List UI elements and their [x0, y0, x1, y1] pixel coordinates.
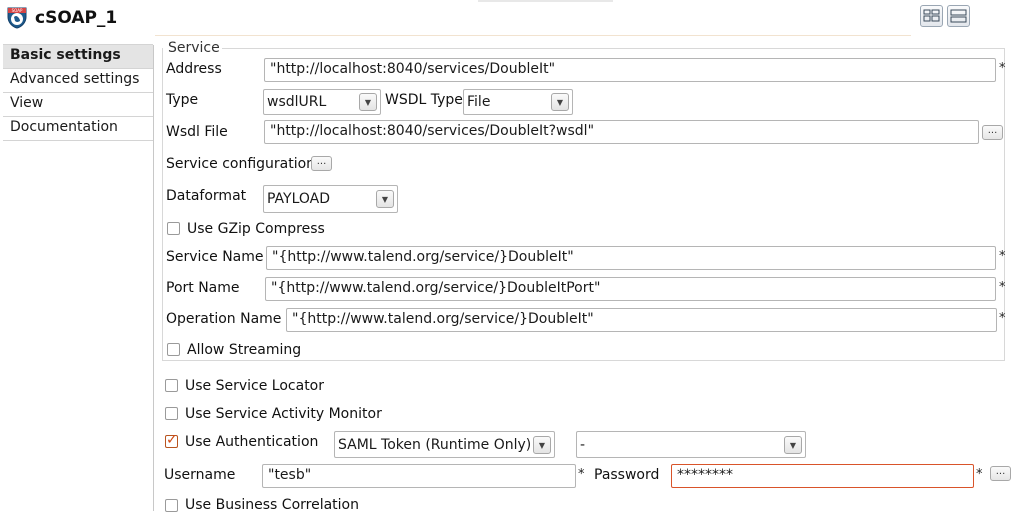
address-label: Address: [166, 61, 222, 77]
auth-type-select[interactable]: SAML Token (Runtime Only) ▼: [334, 431, 555, 458]
layout-grid-icon: [923, 9, 940, 22]
required-mark: *: [999, 280, 1006, 295]
sidebar-item-basic-settings[interactable]: Basic settings: [3, 45, 153, 69]
dataformat-select[interactable]: PAYLOAD ▼: [263, 185, 398, 213]
required-mark: *: [999, 61, 1006, 76]
service-group-top-border: [217, 48, 1005, 49]
authentication-label: Use Authentication: [185, 434, 319, 450]
gzip-checkbox[interactable]: [167, 222, 180, 235]
service-group-label: Service: [166, 40, 222, 56]
wsdl-type-select-value: File: [467, 94, 491, 110]
required-mark: *: [999, 311, 1006, 326]
required-mark: *: [578, 467, 585, 482]
sidebar-item-label: Documentation: [10, 119, 118, 135]
type-select[interactable]: wsdlURL ▼: [263, 89, 381, 115]
service-configuration-label: Service configuration: [166, 156, 316, 172]
business-correlation-checkbox[interactable]: [165, 499, 178, 512]
wsdl-file-field[interactable]: "http://localhost:8040/services/DoubleIt…: [264, 120, 979, 144]
activity-monitor-checkbox[interactable]: [165, 407, 178, 420]
username-label: Username: [164, 467, 236, 483]
service-locator-checkbox[interactable]: [165, 379, 178, 392]
sidebar-item-label: Advanced settings: [10, 71, 140, 87]
service-name-field[interactable]: "{http://www.talend.org/service/}DoubleI…: [266, 246, 996, 270]
auth-secondary-select-value: -: [580, 437, 586, 453]
layout-grid-button[interactable]: [920, 5, 943, 27]
layout-rows-icon: [950, 9, 967, 23]
chevron-down-icon[interactable]: ▼: [784, 436, 802, 454]
chevron-down-icon[interactable]: ▼: [551, 93, 569, 111]
chevron-down-icon[interactable]: ▼: [376, 190, 394, 208]
activity-monitor-label: Use Service Activity Monitor: [185, 406, 382, 422]
header-divider: [155, 35, 911, 36]
username-field[interactable]: "tesb": [262, 464, 576, 488]
sidebar-item-view[interactable]: View: [3, 93, 153, 117]
chevron-down-icon[interactable]: ▼: [359, 93, 377, 111]
dataformat-select-value: PAYLOAD: [267, 191, 331, 207]
wsdl-file-browse-button[interactable]: ...: [982, 125, 1003, 140]
authentication-checkbox[interactable]: [165, 432, 178, 448]
password-field[interactable]: ********: [671, 464, 974, 488]
port-name-label: Port Name: [166, 280, 240, 296]
wsdl-type-select[interactable]: File ▼: [463, 89, 573, 115]
header-bar: [0, 0, 1021, 36]
type-select-value: wsdlURL: [267, 94, 327, 110]
allow-streaming-label: Allow Streaming: [187, 342, 302, 358]
allow-streaming-checkbox[interactable]: [167, 343, 180, 356]
wsdl-file-label: Wsdl File: [166, 124, 228, 140]
chevron-down-icon[interactable]: ▼: [533, 436, 551, 454]
sidebar-item-documentation[interactable]: Documentation: [3, 117, 153, 141]
port-name-field[interactable]: "{http://www.talend.org/service/}DoubleI…: [265, 277, 996, 301]
operation-name-label: Operation Name: [166, 311, 282, 327]
sidebar-item-label: View: [10, 95, 44, 111]
service-locator-label: Use Service Locator: [185, 378, 325, 394]
component-title: cSOAP_1: [35, 8, 118, 28]
password-label: Password: [594, 467, 660, 483]
service-name-label: Service Name: [166, 249, 264, 265]
operation-name-field[interactable]: "{http://www.talend.org/service/}DoubleI…: [286, 308, 997, 332]
top-tab-indicator: [478, 0, 613, 2]
dataformat-label: Dataformat: [166, 188, 247, 204]
sidebar-item-label: Basic settings: [10, 47, 121, 63]
auth-secondary-select[interactable]: - ▼: [576, 431, 806, 458]
address-field[interactable]: "http://localhost:8040/services/DoubleIt…: [264, 58, 996, 82]
sidebar-item-advanced-settings[interactable]: Advanced settings: [3, 69, 153, 93]
required-mark: *: [976, 467, 983, 482]
password-options-button[interactable]: ...: [990, 466, 1011, 481]
layout-rows-button[interactable]: [947, 5, 970, 27]
auth-type-select-value: SAML Token (Runtime Only): [338, 437, 532, 453]
gzip-label: Use GZip Compress: [187, 221, 325, 237]
required-mark: *: [999, 249, 1006, 264]
type-label: Type: [166, 92, 199, 108]
svg-text:SOAP: SOAP: [12, 8, 23, 13]
soap-globe-icon: SOAP: [6, 7, 28, 29]
service-configuration-button[interactable]: ...: [311, 156, 332, 171]
wsdl-type-label: WSDL Type: [385, 92, 463, 108]
